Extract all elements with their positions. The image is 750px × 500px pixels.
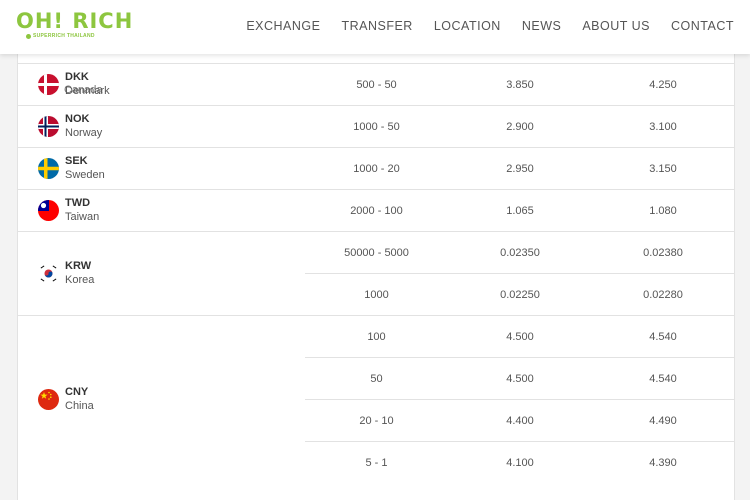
logo-tagline-row: SUPERRICH THAILAND bbox=[16, 33, 133, 39]
logo-tagline: SUPERRICH THAILAND bbox=[33, 33, 95, 39]
sell-rate-cell: 4.490 bbox=[592, 399, 734, 442]
sell-rate-cell: 0.02380 bbox=[592, 231, 734, 274]
currency-info: CNY China bbox=[38, 385, 305, 414]
sell-rate-cell: 3.100 bbox=[592, 105, 734, 148]
currency-name: China bbox=[65, 400, 94, 412]
denomination-cell: 100 bbox=[305, 315, 448, 358]
currency-text: NOK Norway bbox=[65, 112, 102, 141]
denomination-cell: 1000 - 20 bbox=[305, 147, 448, 190]
currency-cell: TWD Taiwan bbox=[18, 189, 305, 232]
denomination-cell: 50 bbox=[305, 357, 448, 400]
rate-row: DKK Denmark 500 - 50 3.850 4.250 bbox=[18, 63, 734, 106]
currency-name: Sweden bbox=[65, 169, 105, 181]
currency-code: DKK bbox=[65, 71, 89, 83]
nav-about-us[interactable]: ABOUT US bbox=[582, 19, 650, 33]
sell-rate-cell: 0.02280 bbox=[592, 273, 734, 316]
sell-rate-cell: 4.250 bbox=[592, 63, 734, 106]
rates-table-body: DKK Denmark 500 - 50 3.850 4.250 NOK Norway 100… bbox=[18, 63, 734, 483]
nav-exchange[interactable]: EXCHANGE bbox=[246, 19, 320, 33]
buy-rate-cell: 4.500 bbox=[448, 357, 592, 400]
currency-cell: SEK Sweden bbox=[18, 147, 305, 190]
buy-rate-cell: 2.950 bbox=[448, 147, 592, 190]
taiwan-flag-icon bbox=[38, 200, 59, 221]
rate-row: KRW Korea 50000 - 5000 0.02350 0.02380 bbox=[18, 231, 734, 316]
logo-wordmark: OH! RICH bbox=[16, 9, 134, 33]
norway-flag-icon bbox=[38, 116, 59, 137]
main-nav: EXCHANGE TRANSFER LOCATION NEWS ABOUT US… bbox=[225, 19, 734, 33]
korea-flag-icon bbox=[38, 263, 59, 284]
brand-logo[interactable]: OH! RICH SUPERRICH THAILAND bbox=[16, 10, 133, 39]
buy-rate-cell: 4.100 bbox=[448, 441, 592, 483]
rate-row: CNY China 100 4.500 4.540 bbox=[18, 315, 734, 483]
currency-text: TWD Taiwan bbox=[65, 196, 99, 225]
currency-name: Taiwan bbox=[65, 211, 100, 223]
rate-row: NOK Norway 1000 - 50 2.900 3.100 bbox=[18, 105, 734, 148]
currency-text: SEK Sweden bbox=[65, 154, 105, 183]
denomination-cell: 5 - 1 bbox=[305, 441, 448, 483]
currency-info: SEK Sweden bbox=[38, 154, 305, 183]
currency-cell: CNY China bbox=[18, 315, 305, 483]
currency-info: NOK Norway bbox=[38, 112, 305, 141]
currency-code: NOK bbox=[65, 113, 90, 125]
denomination-cell: 500 - 50 bbox=[305, 63, 448, 106]
denomination-cell: 2000 - 100 bbox=[305, 189, 448, 232]
buy-rate-cell: 2.900 bbox=[448, 105, 592, 148]
currency-text: DKK Denmark bbox=[65, 70, 110, 99]
rates-card: Canada DKK Denmark 500 - 50 3.850 4.250 NOK No… bbox=[17, 40, 735, 500]
denomination-cell: 1000 - 50 bbox=[305, 105, 448, 148]
nav-transfer[interactable]: TRANSFER bbox=[341, 19, 412, 33]
sell-rate-cell: 3.150 bbox=[592, 147, 734, 190]
nav-contact[interactable]: CONTACT bbox=[671, 19, 734, 33]
site-header: OH! RICH SUPERRICH THAILAND EXCHANGE TRA… bbox=[0, 0, 750, 54]
currency-info: TWD Taiwan bbox=[38, 196, 305, 225]
currency-cell: KRW Korea bbox=[18, 231, 305, 316]
currency-info: KRW Korea bbox=[38, 259, 305, 288]
rate-row: SEK Sweden 1000 - 20 2.950 3.150 bbox=[18, 147, 734, 190]
buy-rate-cell: 1.065 bbox=[448, 189, 592, 232]
sweden-flag-icon bbox=[38, 158, 59, 179]
currency-text: KRW Korea bbox=[65, 259, 94, 288]
buy-rate-cell: 4.400 bbox=[448, 399, 592, 442]
buy-rate-cell: 0.02250 bbox=[448, 273, 592, 316]
currency-info: DKK Denmark bbox=[38, 70, 305, 99]
currency-code: SEK bbox=[65, 155, 88, 167]
currency-text: CNY China bbox=[65, 385, 94, 414]
currency-cell: DKK Denmark bbox=[18, 63, 305, 106]
nav-location[interactable]: LOCATION bbox=[434, 19, 501, 33]
buy-rate-cell: 4.500 bbox=[448, 315, 592, 358]
nav-news[interactable]: NEWS bbox=[522, 19, 562, 33]
denomination-cell: 50000 - 5000 bbox=[305, 231, 448, 274]
sell-rate-cell: 1.080 bbox=[592, 189, 734, 232]
buy-rate-cell: 3.850 bbox=[448, 63, 592, 106]
rates-table: DKK Denmark 500 - 50 3.850 4.250 NOK Norway 100… bbox=[18, 63, 734, 483]
denomination-cell: 1000 bbox=[305, 273, 448, 316]
currency-code: KRW bbox=[65, 260, 92, 272]
currency-code: CNY bbox=[65, 386, 89, 398]
currency-cell: NOK Norway bbox=[18, 105, 305, 148]
china-flag-icon bbox=[38, 389, 59, 410]
currency-name: Denmark bbox=[65, 85, 110, 97]
denmark-flag-icon bbox=[38, 74, 59, 95]
currency-name: Korea bbox=[65, 274, 95, 286]
sell-rate-cell: 4.540 bbox=[592, 357, 734, 400]
sell-rate-cell: 4.540 bbox=[592, 315, 734, 358]
denomination-cell: 20 - 10 bbox=[305, 399, 448, 442]
buy-rate-cell: 0.02350 bbox=[448, 231, 592, 274]
rate-row: TWD Taiwan 2000 - 100 1.065 1.080 bbox=[18, 189, 734, 232]
currency-name: Norway bbox=[65, 127, 103, 139]
currency-code: TWD bbox=[65, 197, 91, 209]
logo-mark-icon bbox=[26, 33, 31, 39]
sell-rate-cell: 4.390 bbox=[592, 441, 734, 483]
